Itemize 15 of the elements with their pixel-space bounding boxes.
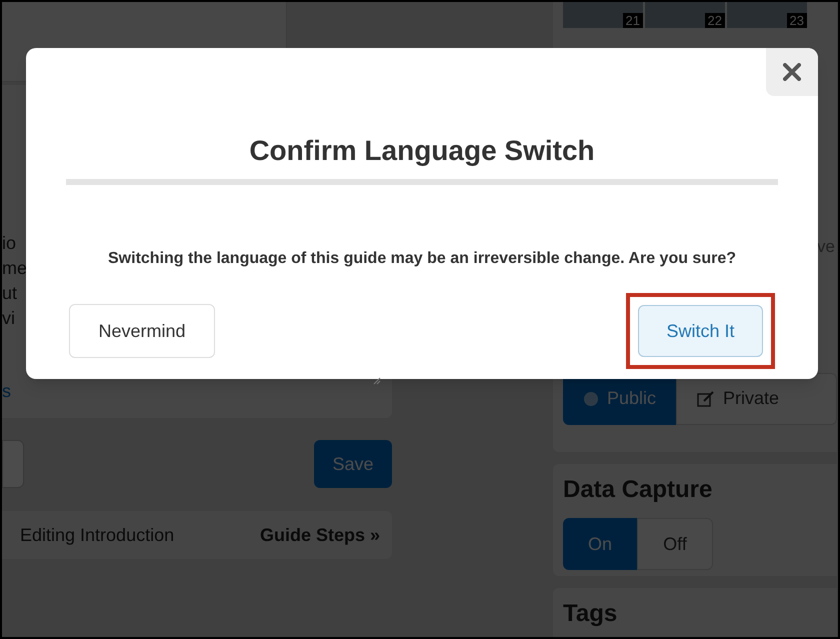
current-step-label: Editing Introduction <box>20 524 174 547</box>
cancel-button[interactable]: Nevermind <box>69 304 215 358</box>
text-fragment: ut <box>2 282 18 305</box>
text-fragment: io <box>2 232 16 255</box>
text-fragment: s <box>2 380 11 403</box>
close-icon <box>783 63 801 81</box>
section-title: Tags <box>563 600 618 627</box>
text-fragment: vi <box>2 307 15 330</box>
section-title: Data Capture <box>563 475 712 505</box>
resize-grip-icon <box>373 377 381 385</box>
confirm-button[interactable]: Switch It <box>638 305 763 357</box>
close-button[interactable] <box>766 48 818 96</box>
dialog-message: Switching the language of this guide may be an irreversible change. Are you sure? <box>108 249 736 269</box>
text-fragment: me <box>2 257 28 280</box>
dialog-title: Confirm Language Switch <box>249 134 595 168</box>
